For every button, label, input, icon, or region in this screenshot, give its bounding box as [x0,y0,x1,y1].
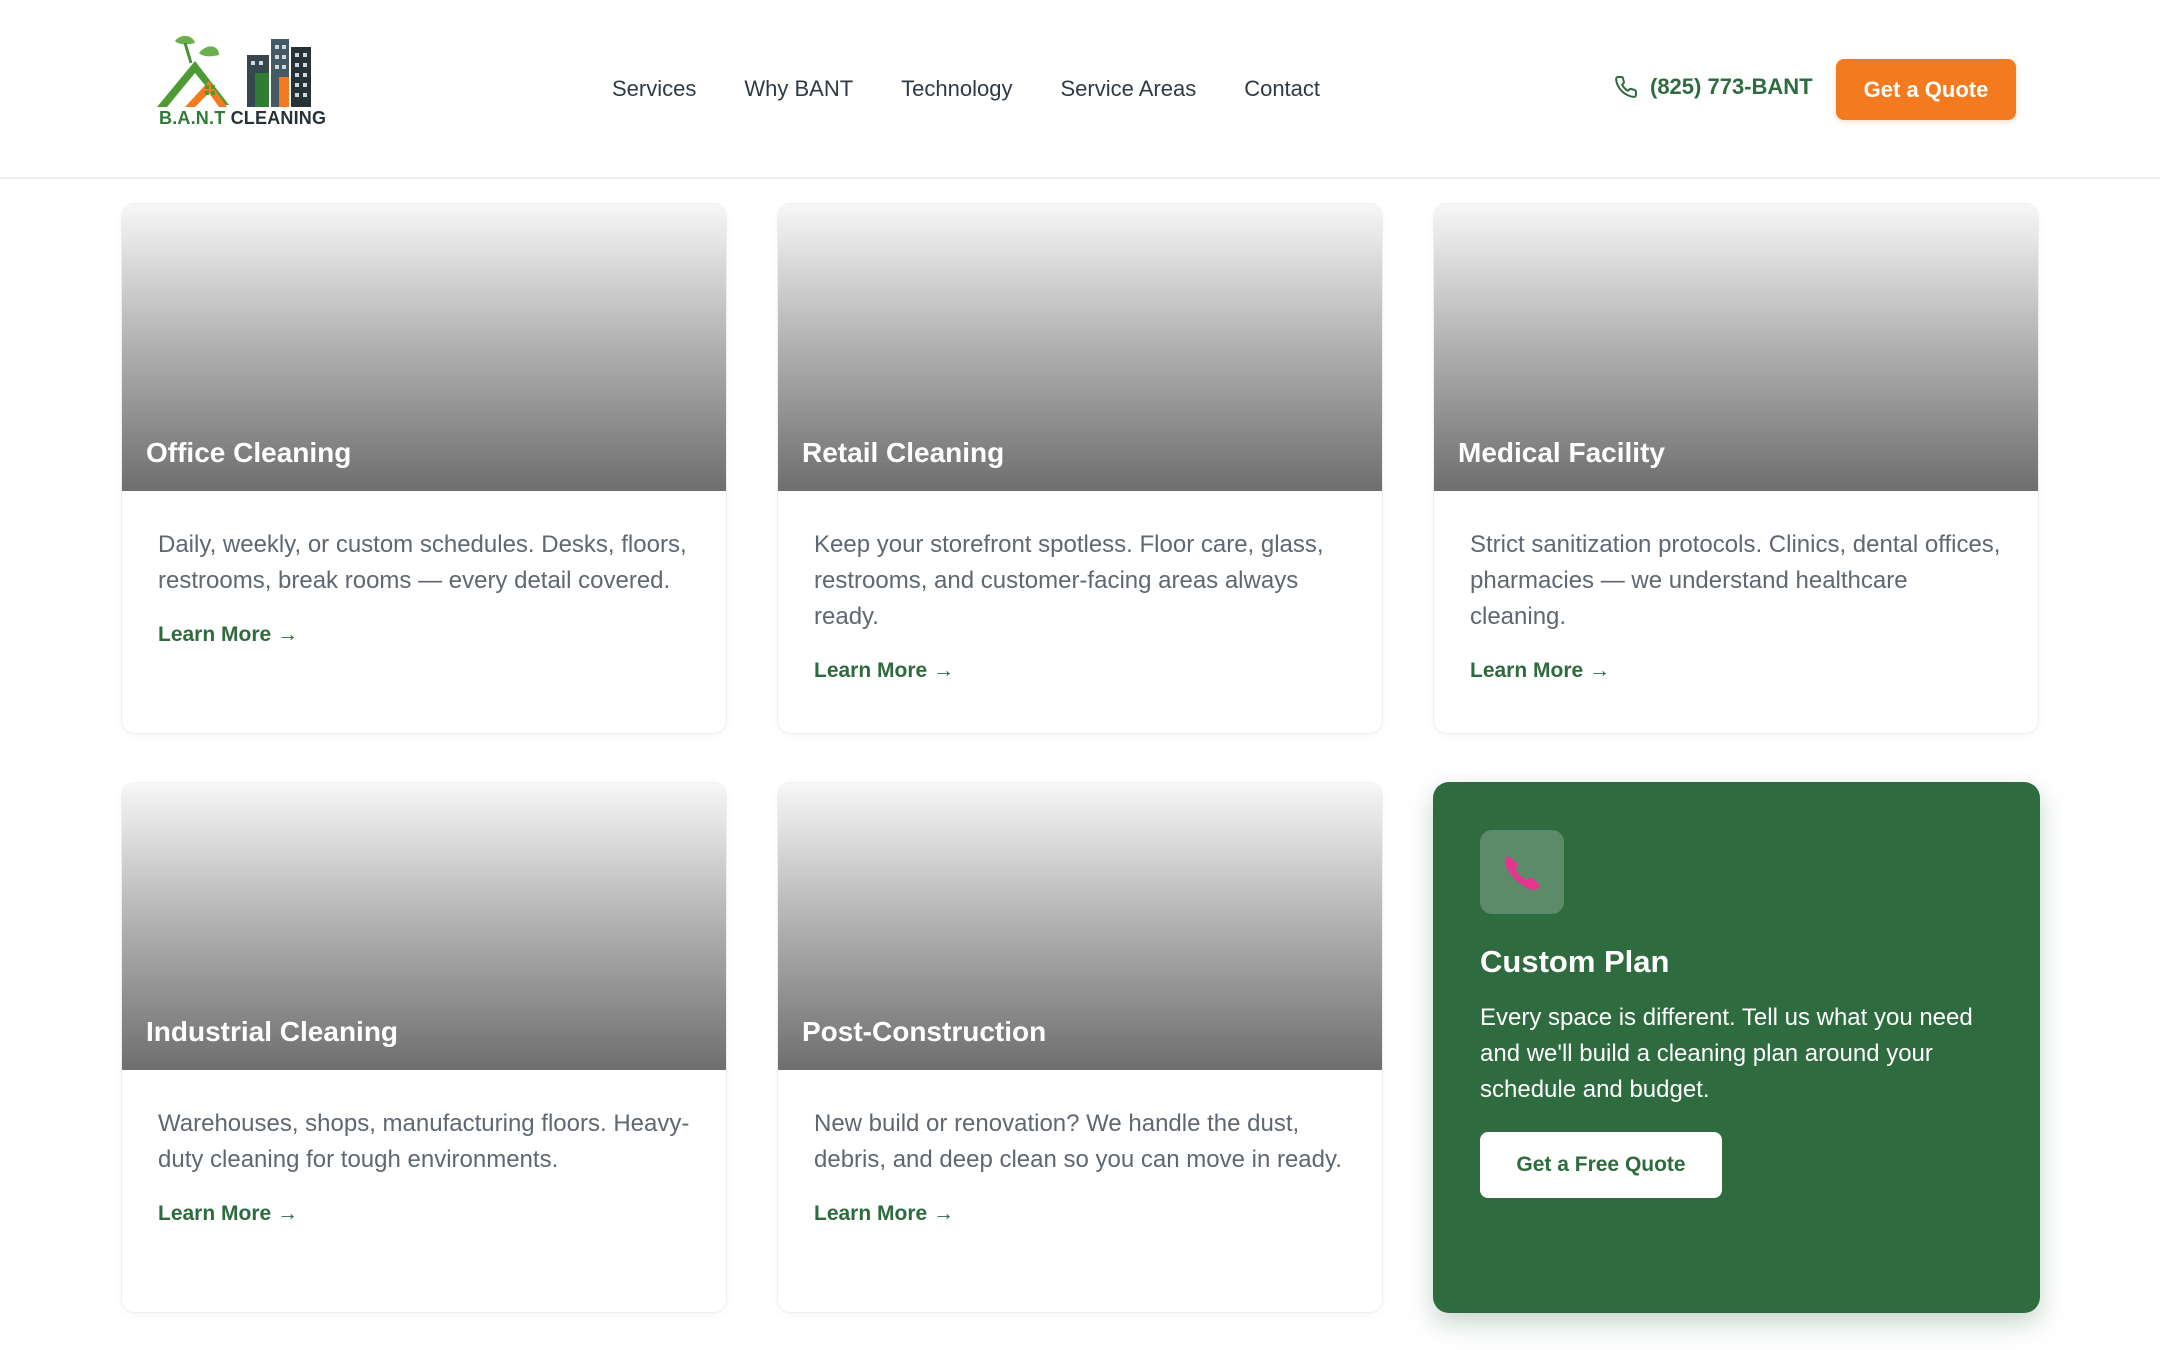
logo-wordmark: B.A.N.T CLEANING [159,108,326,129]
card-image: Post-Construction [778,783,1382,1070]
service-card-retail: Retail Cleaning Keep your storefront spo… [777,203,1383,734]
site-header: B.A.N.T CLEANING Services Why BANT Techn… [0,0,2160,179]
card-title: Retail Cleaning [802,437,1005,468]
logo-suffix: CLEANING [230,108,327,128]
service-card-medical: Medical Facility Strict sanitization pro… [1433,203,2039,734]
card-description: New build or renovation? We handle the d… [814,1110,1342,1173]
service-card-post-construction: Post-Construction New build or renovatio… [777,782,1383,1313]
learn-more-link[interactable]: Learn More → [814,1202,954,1226]
main-nav: Services Why BANT Technology Service Are… [612,76,1368,106]
custom-plan-card: Custom Plan Every space is different. Te… [1433,782,2040,1313]
nav-services[interactable]: Services [612,76,696,106]
nav-service-areas[interactable]: Service Areas [1060,76,1196,106]
logo-brand: B.A.N.T [159,108,226,128]
learn-more-link[interactable]: Learn More → [814,659,954,683]
logo[interactable]: B.A.N.T CLEANING [155,33,326,129]
card-title: Medical Facility [1458,437,1665,468]
learn-more-link[interactable]: Learn More → [158,623,298,647]
card-description: Strict sanitization protocols. Clinics, … [1470,531,2001,630]
card-description: Keep your storefront spotless. Floor car… [814,531,1324,630]
nav-technology[interactable]: Technology [901,76,1012,106]
phone-link[interactable]: (825) 773-BANT [1614,74,1813,100]
phone-icon [1615,75,1638,98]
card-title: Industrial Cleaning [146,1016,399,1047]
nav-why-bant[interactable]: Why BANT [744,76,853,106]
service-card-industrial: Industrial Cleaning Warehouses, shops, m… [121,782,727,1313]
learn-more-link[interactable]: Learn More → [158,1202,298,1226]
learn-more-link[interactable]: Learn More → [1470,659,1610,683]
cta-title: Custom Plan [1480,944,1670,979]
service-card-office: Office Cleaning Daily, weekly, or custom… [121,203,727,734]
nav-contact[interactable]: Contact [1244,76,1320,106]
get-free-quote-button[interactable]: Get a Free Quote [1480,1132,1722,1198]
card-title: Post-Construction [802,1016,1047,1047]
card-description: Warehouses, shops, manufacturing floors.… [158,1110,690,1173]
card-title: Office Cleaning [146,437,352,468]
get-a-quote-button[interactable]: Get a Quote [1836,59,2016,120]
card-image: Medical Facility [1434,204,2038,491]
phone-number: (825) 773-BANT [1650,74,1813,99]
card-description: Daily, weekly, or custom schedules. Desk… [158,531,687,594]
card-image: Retail Cleaning [778,204,1382,491]
telephone-receiver-icon [1505,856,1540,891]
cta-icon-tile [1480,830,1564,914]
card-image: Office Cleaning [122,204,726,491]
card-image: Industrial Cleaning [122,783,726,1070]
cta-description: Every space is different. Tell us what y… [1480,1004,1973,1103]
logo-mark-icon [157,35,311,107]
